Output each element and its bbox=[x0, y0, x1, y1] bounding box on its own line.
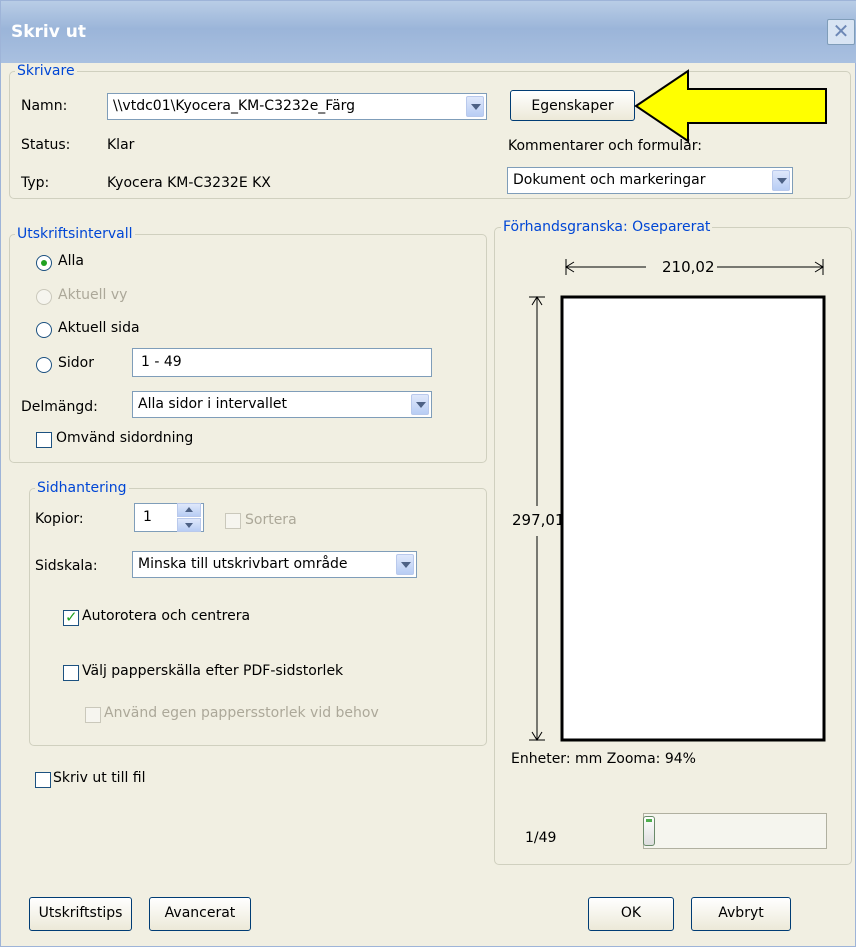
page-slider[interactable] bbox=[643, 813, 827, 849]
scale-value: Minska till utskrivbart område bbox=[138, 556, 348, 572]
radio-all-label: Alla bbox=[58, 253, 84, 269]
collate-label: Sortera bbox=[245, 512, 297, 528]
radio-current-view[interactable] bbox=[36, 289, 52, 305]
copies-stepper[interactable] bbox=[177, 503, 201, 532]
type-label: Typ: bbox=[21, 175, 50, 191]
stepper-up-icon[interactable] bbox=[177, 503, 201, 517]
autorotate-checkbox[interactable]: ✓ bbox=[63, 608, 79, 626]
comments-select[interactable]: Dokument och markeringar bbox=[507, 167, 793, 194]
chevron-down-icon[interactable] bbox=[466, 96, 484, 117]
print-to-file-checkbox[interactable] bbox=[35, 772, 51, 788]
copies-label: Kopior: bbox=[35, 511, 84, 527]
advanced-button[interactable]: Avancerat bbox=[149, 897, 251, 931]
page-slider-thumb[interactable] bbox=[643, 816, 655, 846]
yellow-arrow-icon bbox=[634, 69, 827, 143]
page-counter: 1/49 bbox=[525, 830, 557, 846]
handling-legend: Sidhantering bbox=[35, 480, 129, 496]
reverse-checkbox[interactable] bbox=[36, 432, 52, 448]
preview-height: 297,01 bbox=[512, 511, 565, 529]
radio-current-page-label: Aktuell sida bbox=[58, 320, 140, 336]
status-label: Status: bbox=[21, 137, 71, 153]
choose-source-checkbox[interactable] bbox=[63, 665, 79, 681]
title-bar: Skriv ut ✕ bbox=[1, 1, 856, 63]
print-to-file-label: Skriv ut till fil bbox=[53, 770, 146, 786]
tips-button[interactable]: Utskriftstips bbox=[29, 897, 132, 931]
comments-label: Kommentarer och formulär: bbox=[508, 138, 702, 154]
scale-label: Sidskala: bbox=[35, 558, 98, 574]
subset-label: Delmängd: bbox=[21, 399, 98, 415]
printer-name-value: \\vtdc01\Kyocera_KM-C3232e_Färg bbox=[113, 98, 356, 114]
pages-input[interactable]: 1 - 49 bbox=[132, 348, 432, 377]
preview-legend: Förhandsgranska: Oseparerat bbox=[501, 219, 713, 235]
pages-input-value: 1 - 49 bbox=[141, 354, 182, 370]
autorotate-label: Autorotera och centrera bbox=[82, 608, 251, 624]
subset-value: Alla sidor i intervallet bbox=[138, 396, 287, 412]
chevron-down-icon[interactable] bbox=[411, 394, 429, 415]
printer-legend: Skrivare bbox=[15, 63, 77, 79]
custom-size-label: Använd egen pappersstorlek vid behov bbox=[104, 705, 379, 721]
cancel-button[interactable]: Avbryt bbox=[691, 897, 791, 931]
radio-pages-label: Sidor bbox=[58, 355, 94, 371]
properties-button[interactable]: Egenskaper bbox=[510, 90, 635, 121]
close-icon[interactable]: ✕ bbox=[827, 19, 855, 45]
copies-input-value: 1 bbox=[143, 509, 152, 525]
radio-all[interactable] bbox=[36, 255, 52, 271]
type-value: Kyocera KM-C3232E KX bbox=[107, 175, 271, 191]
checkmark-icon: ✓ bbox=[65, 608, 78, 626]
print-dialog: Skriv ut ✕ Skrivare Namn: \\vtdc01\Kyoce… bbox=[0, 0, 856, 947]
subset-select[interactable]: Alla sidor i intervallet bbox=[132, 391, 432, 418]
choose-source-label: Välj papperskälla efter PDF-sidstorlek bbox=[82, 663, 344, 679]
radio-current-page[interactable] bbox=[36, 322, 52, 338]
ok-button[interactable]: OK bbox=[588, 897, 674, 931]
scale-select[interactable]: Minska till utskrivbart område bbox=[132, 551, 417, 578]
status-value: Klar bbox=[107, 137, 135, 153]
chevron-down-icon[interactable] bbox=[772, 170, 790, 191]
preview-dimensions bbox=[529, 259, 826, 742]
reverse-label: Omvänd sidordning bbox=[56, 430, 194, 446]
radio-pages[interactable] bbox=[36, 357, 52, 373]
collate-checkbox[interactable] bbox=[225, 513, 241, 529]
window-title: Skriv ut bbox=[11, 22, 86, 42]
stepper-down-icon[interactable] bbox=[177, 518, 201, 532]
custom-size-checkbox[interactable] bbox=[85, 707, 101, 723]
printer-name-select[interactable]: \\vtdc01\Kyocera_KM-C3232e_Färg bbox=[107, 93, 487, 120]
comments-value: Dokument och markeringar bbox=[513, 172, 706, 188]
printer-name-label: Namn: bbox=[21, 98, 68, 114]
preview-width: 210,02 bbox=[662, 258, 715, 276]
radio-current-view-label: Aktuell vy bbox=[58, 287, 128, 303]
chevron-down-icon[interactable] bbox=[396, 554, 414, 575]
range-legend: Utskriftsintervall bbox=[15, 226, 135, 242]
units-zoom: Enheter: mm Zooma: 94% bbox=[511, 751, 696, 767]
